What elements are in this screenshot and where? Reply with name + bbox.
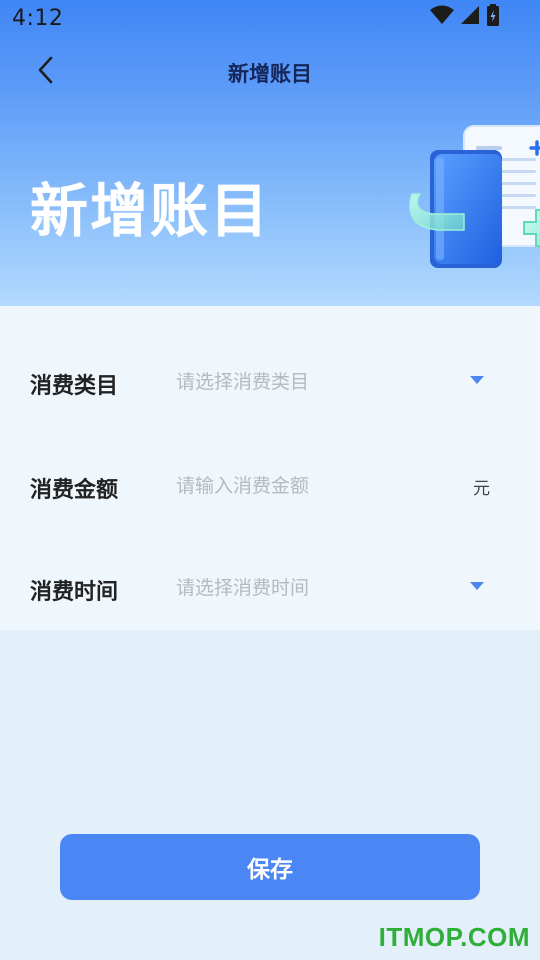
dropdown-arrow-icon[interactable]: [470, 376, 484, 384]
category-row[interactable]: 消费类目: [0, 332, 540, 436]
signal-icon: [460, 5, 480, 31]
hero-title: 新增账目: [30, 177, 271, 245]
time-label: 消费时间: [30, 580, 119, 605]
time-row[interactable]: 消费时间: [0, 538, 540, 642]
page-title: 新增账目: [228, 62, 312, 86]
amount-input[interactable]: [176, 468, 446, 504]
status-bar: 4:12: [0, 0, 540, 38]
status-icons: [430, 4, 500, 31]
screen: 4:12 新增账目 新增账目 消费类目 请选择消费类目 消费金额 请输入消费金额…: [0, 0, 540, 960]
amount-row: 消费金额 元: [0, 436, 540, 540]
category-select[interactable]: [176, 364, 446, 400]
ledger-book-illustration: [406, 118, 540, 288]
hero-header: 4:12 新增账目 新增账目: [0, 0, 540, 306]
amount-label: 消费金额: [30, 478, 119, 503]
navbar: 新增账目: [0, 44, 540, 100]
save-button[interactable]: 保存: [60, 834, 480, 900]
watermark: ITMOP.COM: [378, 922, 530, 952]
dropdown-arrow-icon[interactable]: [470, 582, 484, 590]
time-select[interactable]: [176, 570, 446, 606]
battery-icon: [486, 4, 500, 32]
status-time: 4:12: [12, 6, 64, 31]
category-label: 消费类目: [30, 374, 119, 399]
wifi-icon: [430, 5, 454, 31]
bill-form: 消费类目 消费金额 元 消费时间: [0, 306, 540, 630]
amount-unit: 元: [473, 479, 490, 499]
